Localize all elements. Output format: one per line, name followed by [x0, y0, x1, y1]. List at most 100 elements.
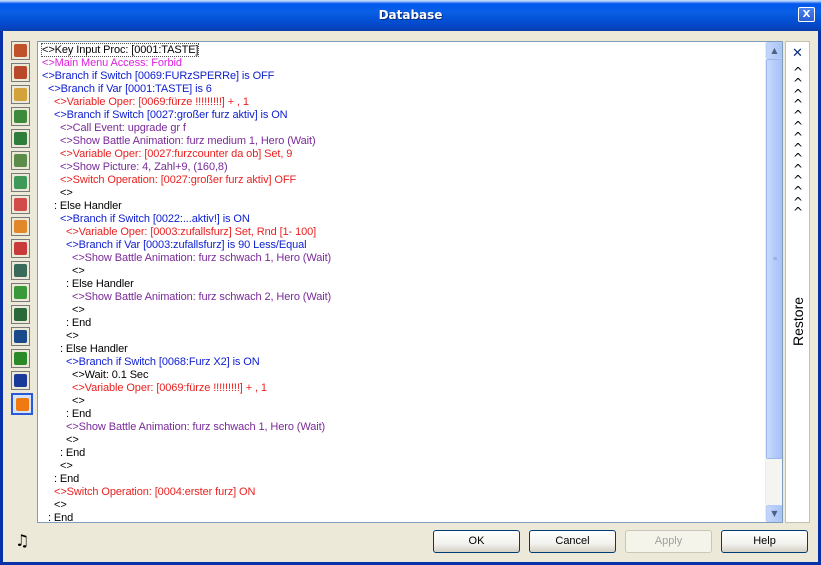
switch-icon[interactable] [11, 371, 30, 390]
command-line[interactable]: <>Switch Operation: [0027:großer furz ak… [38, 174, 765, 187]
command-text: : Else Handler [60, 343, 128, 355]
command-text: : End [66, 317, 92, 329]
close-button[interactable]: X [798, 7, 815, 22]
item-icon[interactable] [11, 107, 30, 126]
command-line[interactable]: : End [38, 512, 765, 523]
command-line[interactable]: <>Branch if Var [0001:TASTE] is 6 [38, 83, 765, 96]
battle-animation-icon[interactable] [11, 239, 30, 258]
command-line[interactable]: <> [38, 265, 765, 278]
command-text: : End [48, 512, 74, 523]
scroll-down-button[interactable]: ▼ [766, 505, 782, 522]
command-text: <> [60, 460, 73, 472]
scroll-up-button[interactable]: ▲ [766, 42, 782, 59]
command-text: <>Call Event: upgrade gr f [60, 122, 186, 134]
command-text: : End [66, 408, 92, 420]
variable-cube-icon[interactable] [11, 393, 33, 415]
chipset-icon[interactable] [11, 283, 30, 302]
command-line[interactable]: <>Branch if Switch [0069:FURzSPERRe] is … [38, 70, 765, 83]
command-text: <>Variable Oper: [0069:fürze !!!!!!!!!] … [72, 382, 267, 394]
battle-animation-icon-glyph [14, 242, 27, 255]
skill-icon[interactable] [11, 85, 30, 104]
command-line[interactable]: <>Branch if Switch [0068:Furz X2] is ON [38, 356, 765, 369]
command-text: : End [60, 447, 86, 459]
command-text: <> [72, 395, 85, 407]
battle-layout-icon-glyph [14, 264, 27, 277]
battle-layout-icon[interactable] [11, 261, 30, 280]
command-line[interactable]: : Else Handler [38, 200, 765, 213]
command-line[interactable]: : Else Handler [38, 343, 765, 356]
command-line[interactable]: : End [38, 473, 765, 486]
command-text: <>Switch Operation: [0004:erster furz] O… [54, 486, 256, 498]
command-text: <>Wait: 0.1 Sec [72, 369, 149, 381]
command-line[interactable]: : Else Handler [38, 278, 765, 291]
restore-label[interactable]: Restore [787, 297, 809, 346]
apply-button[interactable]: Apply [625, 530, 712, 553]
attribute-icon[interactable] [11, 195, 30, 214]
command-text: <>Main Menu Access: Forbid [42, 57, 182, 69]
command-text: <>Show Battle Animation: furz medium 1, … [60, 135, 316, 147]
monster-group-icon[interactable] [11, 151, 30, 170]
command-line[interactable]: <> [38, 434, 765, 447]
common-event-icon[interactable] [11, 349, 30, 368]
command-line[interactable]: <>Show Battle Animation: furz schwach 1,… [38, 252, 765, 265]
command-line[interactable]: <>Variable Oper: [0069:fürze !!!!!!!!!] … [38, 382, 765, 395]
variable-cube-icon-glyph [15, 397, 29, 411]
help-button[interactable]: Help [721, 530, 808, 553]
command-line[interactable]: <>Variable Oper: [0003:zufallsfurz] Set,… [38, 226, 765, 239]
command-text: <>Branch if Switch [0022:...aktiv!] is O… [60, 213, 250, 225]
command-text: <>Show Battle Animation: furz schwach 1,… [72, 252, 332, 264]
command-line[interactable]: <>Show Battle Animation: furz schwach 1,… [38, 421, 765, 434]
command-text: <>Branch if Switch [0069:FURzSPERRe] is … [42, 70, 275, 82]
command-text: <>Branch if Switch [0068:Furz X2] is ON [66, 356, 260, 368]
cancel-button[interactable]: Cancel [529, 530, 616, 553]
command-line[interactable]: <>Key Input Proc: [0001:TASTE] [38, 43, 765, 57]
command-text: <>Branch if Switch [0027:großer furz akt… [54, 109, 288, 121]
condition-icon[interactable] [11, 217, 30, 236]
command-text: <> [60, 187, 73, 199]
command-line[interactable]: <>Wait: 0.1 Sec [38, 369, 765, 382]
command-line[interactable]: <>Switch Operation: [0004:erster furz] O… [38, 486, 765, 499]
command-line[interactable]: : End [38, 447, 765, 460]
command-line[interactable]: <>Main Menu Access: Forbid [38, 57, 765, 70]
scroll-grip-icon: ≡ [772, 256, 778, 263]
command-line[interactable]: <>Variable Oper: [0069:fürze !!!!!!!!!] … [38, 96, 765, 109]
command-line[interactable]: <> [38, 330, 765, 343]
vertical-scrollbar[interactable]: ▲ ≡ ▼ [765, 42, 782, 522]
ok-button[interactable]: OK [433, 530, 520, 553]
event-command-list[interactable]: <>Key Input Proc: [0001:TASTE] <>Main Men… [37, 41, 783, 523]
scroll-thumb[interactable]: ≡ [766, 59, 782, 459]
command-line[interactable]: <>Show Battle Animation: furz schwach 2,… [38, 291, 765, 304]
command-line[interactable]: <> [38, 499, 765, 512]
command-line[interactable]: <>Show Battle Animation: furz medium 1, … [38, 135, 765, 148]
command-line[interactable]: <> [38, 460, 765, 473]
command-line[interactable]: : End [38, 408, 765, 421]
vocabulary-icon-glyph [14, 308, 27, 321]
command-line[interactable]: : End [38, 317, 765, 330]
terrain-icon[interactable] [11, 173, 30, 192]
restore-panel[interactable]: ✕ ^ ^ ^ ^ ^ ^ ^ ^ ^ ^ ^ ^ ^ ^ Restore [785, 41, 810, 523]
command-line[interactable]: <>Show Picture: 4, Zahl+9, (160,8) [38, 161, 765, 174]
command-line[interactable]: <>Branch if Var [0003:zufallsfurz] is 90… [38, 239, 765, 252]
command-text: <>Show Picture: 4, Zahl+9, (160,8) [60, 161, 228, 173]
music-note-icon[interactable]: ♫ [15, 531, 33, 550]
vocabulary-icon[interactable] [11, 305, 30, 324]
command-line[interactable]: <>Variable Oper: [0027:furzcounter da ob… [38, 148, 765, 161]
command-text: <> [54, 499, 67, 511]
chevrons-up-icon: ^ ^ ^ ^ ^ ^ ^ ^ ^ ^ ^ ^ ^ ^ [791, 66, 805, 218]
command-line[interactable]: <> [38, 187, 765, 200]
command-line[interactable]: <> [38, 395, 765, 408]
class-icon-glyph [14, 66, 27, 79]
hero-icon[interactable] [11, 41, 30, 60]
command-line[interactable]: <>Branch if Switch [0027:großer furz akt… [38, 109, 765, 122]
system-icon[interactable] [11, 327, 30, 346]
command-line[interactable]: <> [38, 304, 765, 317]
window-title: Database [378, 8, 443, 22]
command-text: <>Branch if Var [0001:TASTE] is 6 [48, 83, 212, 95]
command-line[interactable]: <>Call Event: upgrade gr f [38, 122, 765, 135]
command-text: <>Switch Operation: [0027:großer furz ak… [60, 174, 297, 186]
command-text: <> [66, 434, 79, 446]
collapse-icon[interactable]: ✕ [788, 45, 807, 62]
monster-icon[interactable] [11, 129, 30, 148]
class-icon[interactable] [11, 63, 30, 82]
command-line[interactable]: <>Branch if Switch [0022:...aktiv!] is O… [38, 213, 765, 226]
